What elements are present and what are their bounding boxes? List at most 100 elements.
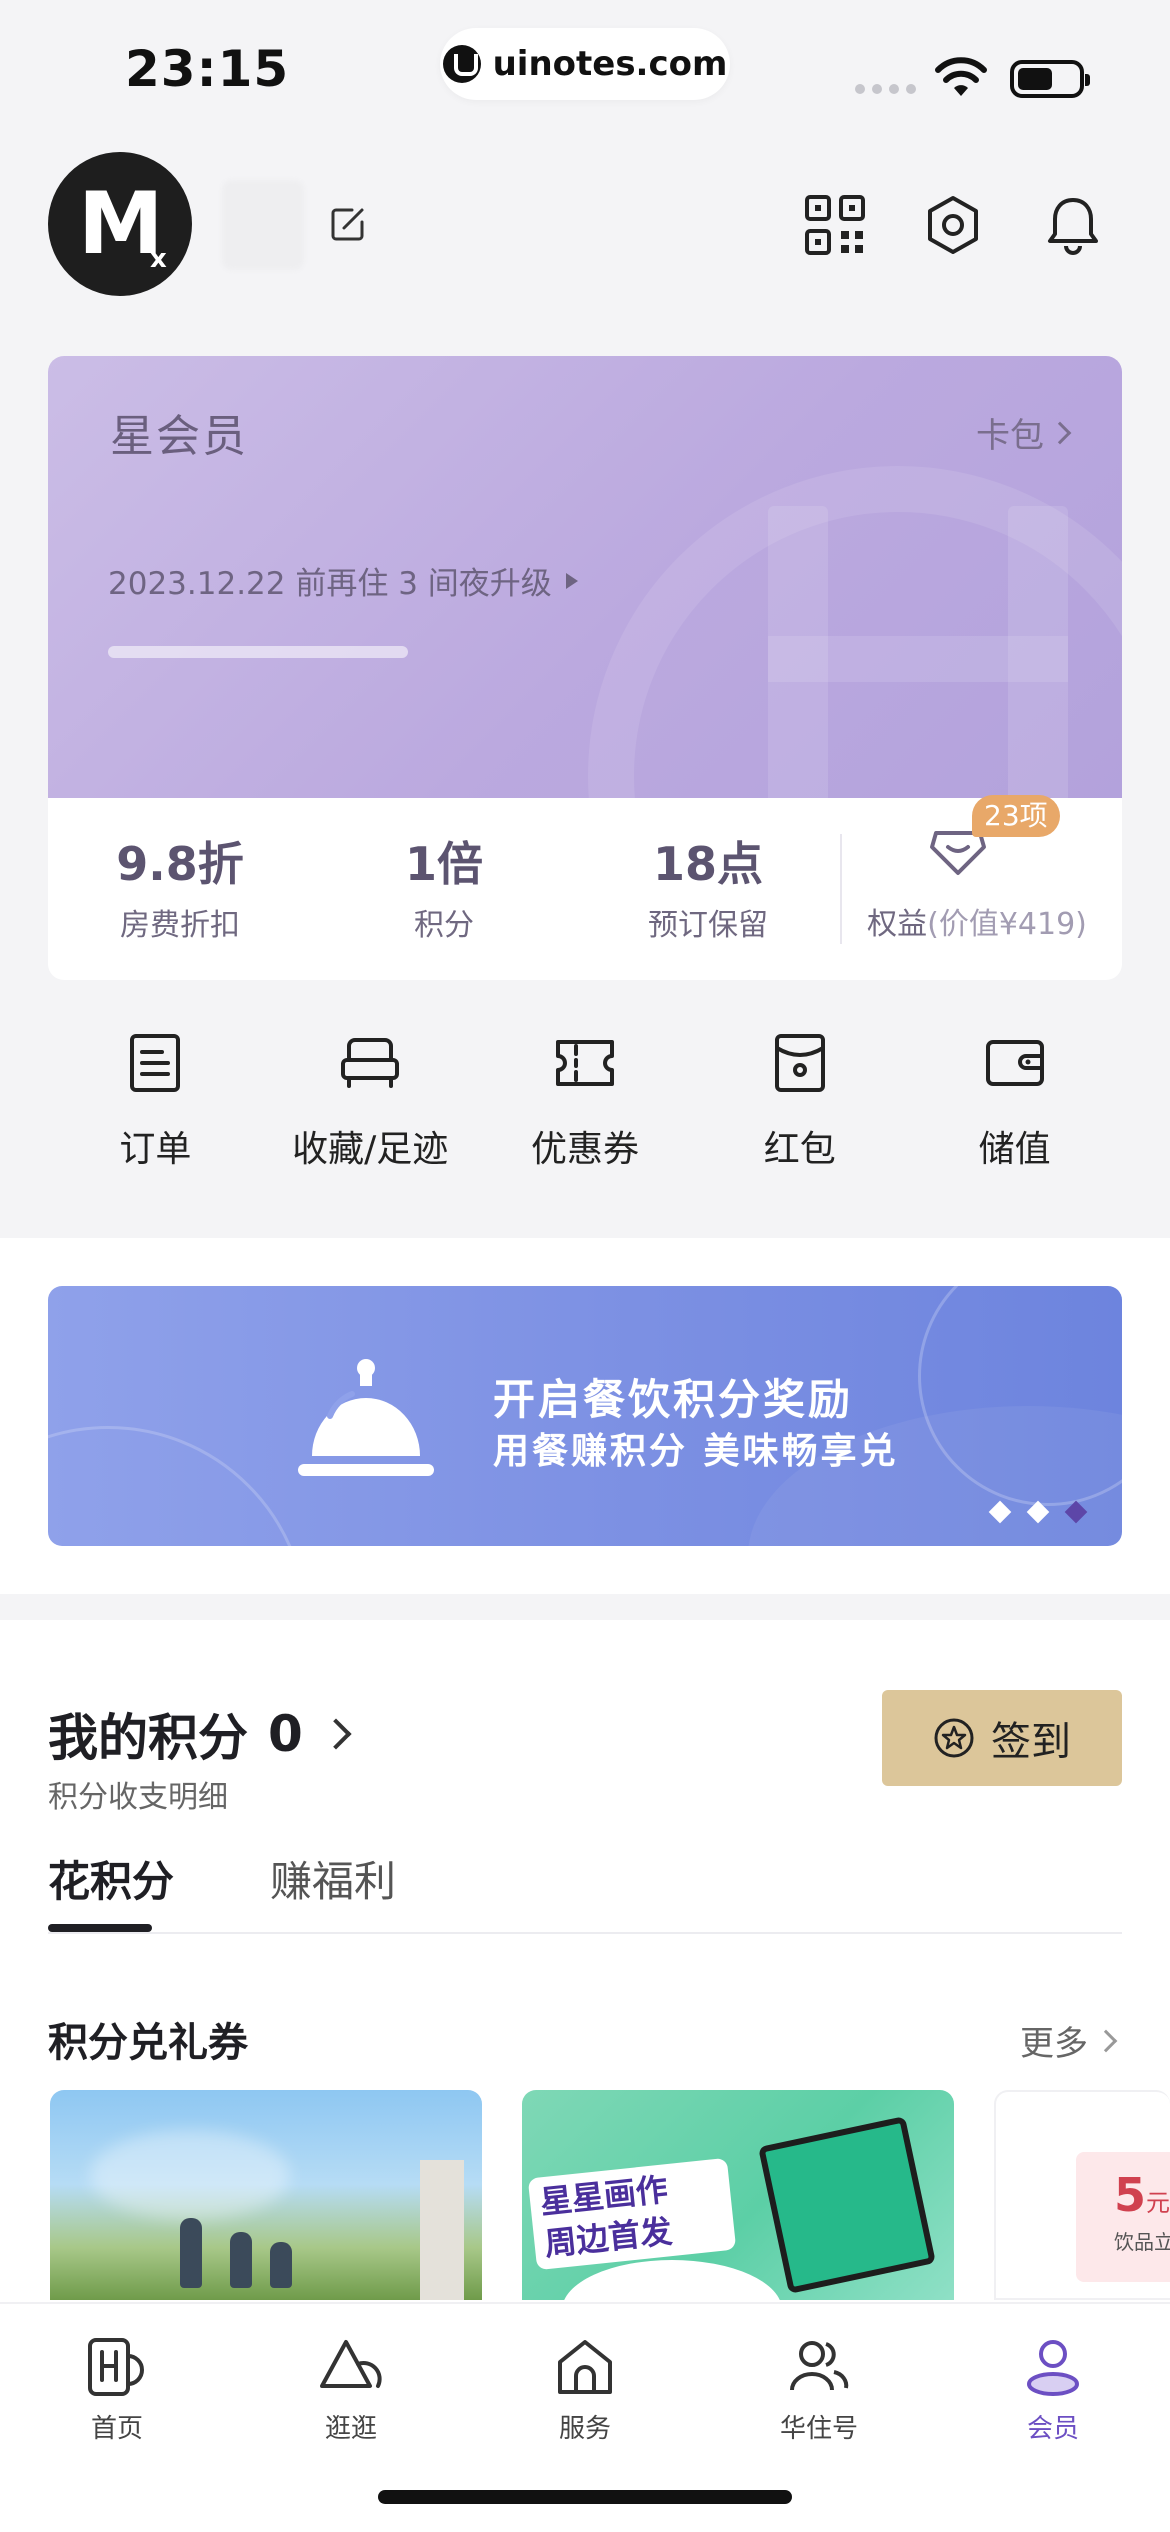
triangle-right-icon [565,572,578,589]
redeem-card-photo[interactable] [50,2090,482,2300]
points-title: 我的积分 [48,1709,248,1767]
card-wallet-link[interactable]: 卡包 [976,408,1072,457]
photo-windmill [420,2160,464,2300]
tabbar-label: 首页 [90,2414,143,2444]
star-badge-icon [934,1718,974,1758]
quick-action-label: 订单 [119,1129,192,1170]
coupon-icon [555,1040,614,1086]
avatar[interactable]: M x [48,152,192,296]
service-icon [558,2340,612,2394]
promo-decoration [562,2260,782,2300]
chevron-right-icon [1048,421,1072,444]
upgrade-text: 2023.12.22 前再住 3 间夜升级 [108,566,552,602]
wifi-icon [935,57,987,96]
stat-value: 1倍 [404,837,483,891]
carousel-dot[interactable] [1026,1500,1050,1524]
tabbar-label: 华住号 [779,2414,858,2444]
benefits-entry[interactable]: 23项 权益(价值¥419) [842,795,1112,943]
tab-spend-points[interactable]: 花积分 [48,1848,174,1909]
carousel-dot[interactable] [1064,1500,1088,1524]
tabbar-label: 会员 [1026,2414,1079,2444]
tabbar-home[interactable]: 首页 [0,2334,234,2445]
stat-points-multiplier[interactable]: 1倍 积分 [312,834,576,944]
quick-action-red-packets[interactable]: 红包 [692,1030,907,1190]
benefit-value-note: (价值¥419) [927,907,1087,942]
carousel-dots[interactable] [988,1500,1088,1524]
card-wallet-label: 卡包 [976,416,1044,456]
quick-action-label: 红包 [763,1129,836,1170]
tab-earn-benefits[interactable]: 赚福利 [270,1848,396,1909]
sign-in-button[interactable]: 签到 [882,1690,1122,1786]
avatar-sub: x [150,244,167,274]
home-indicator[interactable] [378,2490,792,2504]
active-tab-indicator [48,1924,152,1932]
points-tabs: 花积分 赚福利 [48,1848,1122,1934]
upgrade-progress-bar [108,646,408,658]
banner-title: 开启餐饮积分奖励 [493,1375,854,1424]
explore-icon [320,2340,382,2388]
quick-action-label: 优惠券 [530,1129,639,1170]
status-bar: 23:15 uinotes.com [0,0,1170,140]
battery-level-fill [1018,68,1052,90]
qr-code-icon[interactable] [804,194,866,256]
order-icon [130,1034,181,1092]
edit-icon[interactable] [330,206,366,242]
cellular-signal-icon [855,84,916,94]
quick-actions: 订单 收藏/足迹 优惠券 红包 储值 [48,1030,1122,1190]
member-card-header: 星会员 卡包 2023.12.22 前再住 3 间夜升级 [48,356,1122,798]
service-bell-icon [298,1359,434,1476]
sign-in-label: 签到 [991,1719,1071,1765]
promo-banner[interactable]: 开启餐饮积分奖励 用餐赚积分 美味畅享兑 [48,1286,1122,1546]
stat-label: 房费折扣 [120,908,240,943]
status-time: 23:15 [125,40,290,98]
member-level-title: 星会员 [110,411,248,462]
wallet-icon [985,1040,1044,1086]
redeem-card-promo[interactable]: 星星画作 周边首发 [522,2090,954,2300]
tabbar-community[interactable]: 华住号 [702,2334,936,2445]
chevron-right-icon [320,1718,352,1750]
home-h-icon [88,2338,144,2396]
community-icon [790,2341,849,2391]
stat-booking-hold[interactable]: 18点 预订保留 [576,834,840,944]
site-name: uinotes.com [492,44,728,84]
settings-icon[interactable] [922,194,984,256]
coupon-amount: 5 [1114,2168,1147,2222]
member-card[interactable]: 星会员 卡包 2023.12.22 前再住 3 间夜升级 9.8折 房费折扣 1… [48,356,1122,980]
battery-icon [1010,60,1090,98]
points-value: 0 [268,1705,303,1763]
quick-action-label: 收藏/足迹 [292,1129,449,1170]
redeem-card-coupon[interactable]: 5元 饮品立减 [994,2090,1170,2300]
stat-label: 积分 [414,908,474,943]
tabbar-explore[interactable]: 逛逛 [234,2334,468,2445]
photo-cloud [90,2130,290,2220]
points-history-link[interactable]: 积分收支明细 [48,1772,228,1816]
chevron-right-icon [1094,2029,1118,2052]
points-summary-link[interactable]: 我的积分 0 [48,1698,352,1770]
quick-action-label: 储值 [978,1129,1051,1170]
tabbar-service[interactable]: 服务 [468,2334,702,2445]
quick-action-stored-value[interactable]: 储值 [907,1030,1122,1190]
redeem-section-title: 积分兑礼券 [48,2020,248,2066]
coupon-face: 5元 饮品立减 [1076,2152,1170,2282]
quick-action-coupons[interactable]: 优惠券 [478,1030,693,1190]
benefit-count-badge: 23项 [972,795,1060,837]
tabbar-label: 服务 [558,2414,611,2444]
benefit-label-line: 权益(价值¥419) [842,899,1112,943]
stat-discount[interactable]: 9.8折 房费折扣 [48,834,312,944]
red-packet-icon [774,1034,825,1092]
carousel-dot[interactable] [988,1500,1012,1524]
bell-icon[interactable] [1042,194,1104,256]
promo-tag-text: 星星画作 周边首发 [527,2157,737,2271]
photo-person [180,2218,202,2288]
member-stats-row: 9.8折 房费折扣 1倍 积分 18点 预订保留 23项 权益(价值¥419) [48,795,1122,980]
quick-action-orders[interactable]: 订单 [48,1030,263,1190]
tabbar-member[interactable]: 会员 [936,2334,1170,2445]
banner-decoration [48,1426,308,1546]
benefit-label: 权益 [867,907,928,942]
photo-person [230,2232,252,2288]
tabbar-label: 逛逛 [324,2414,377,2444]
stat-value: 9.8折 [116,837,244,891]
quick-action-favorites[interactable]: 收藏/足迹 [263,1030,478,1190]
more-link[interactable]: 更多 [1020,2016,1118,2065]
upgrade-progress-link[interactable]: 2023.12.22 前再住 3 间夜升级 [108,558,578,603]
